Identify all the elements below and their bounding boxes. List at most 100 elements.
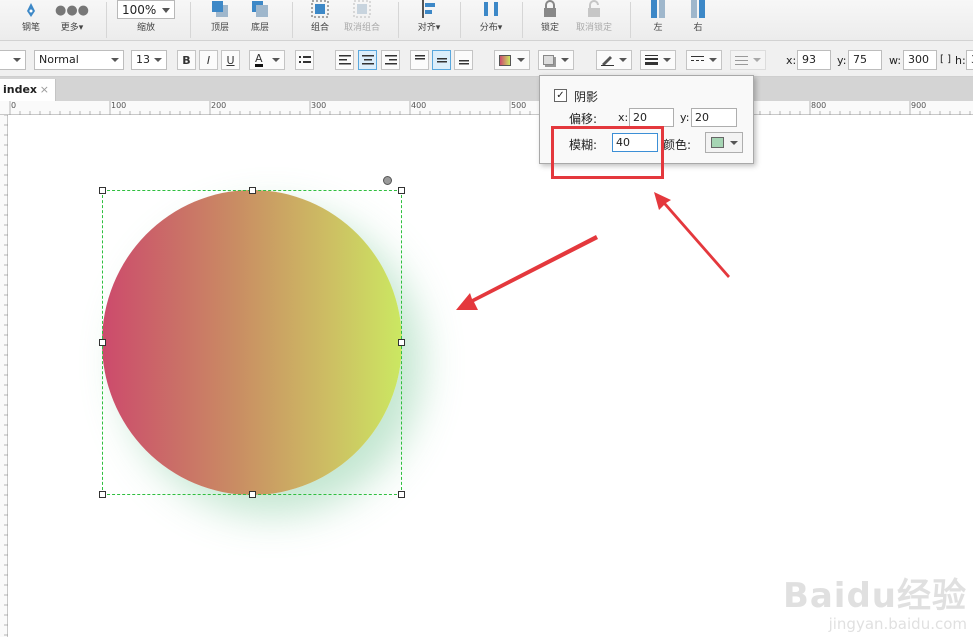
ruler-label: 800	[811, 101, 826, 110]
group-button[interactable]: 组合	[306, 0, 334, 41]
offset-x-input[interactable]: 20	[629, 108, 674, 127]
valign-bottom-button[interactable]	[454, 50, 473, 70]
close-icon[interactable]: ×	[40, 83, 49, 96]
unlock-button[interactable]: 取消锁定	[574, 0, 614, 41]
valign-middle-button[interactable]	[432, 50, 451, 70]
tab-index[interactable]: index ×	[0, 79, 56, 101]
resize-handle-top[interactable]	[249, 187, 256, 194]
height-input[interactable]: 3	[966, 50, 973, 70]
bring-to-front-button[interactable]: 顶层	[206, 0, 234, 41]
toolbar-divider	[398, 2, 399, 38]
width-input[interactable]: 300	[903, 50, 937, 70]
line-width-button[interactable]	[640, 50, 676, 70]
offset-y-input[interactable]: 20	[691, 108, 737, 127]
x-coord-input[interactable]: 93	[797, 50, 831, 70]
offset-y-label: y:	[680, 111, 689, 124]
toolbar-divider	[106, 2, 107, 38]
distribute-icon	[482, 0, 500, 18]
send-to-back-button[interactable]: 底层	[246, 0, 274, 41]
align-text-left-button[interactable]	[335, 50, 354, 70]
arrow-style-button[interactable]	[730, 50, 766, 70]
resize-handle-right[interactable]	[398, 339, 405, 346]
fill-color-button[interactable]	[494, 50, 530, 70]
font-family-select[interactable]	[0, 50, 26, 70]
aspect-lock-icon[interactable]: [ ]	[940, 54, 951, 65]
valign-top-button[interactable]	[410, 50, 429, 70]
rotation-handle[interactable]	[383, 176, 392, 185]
line-color-button[interactable]	[596, 50, 632, 70]
ruler-label: 100	[111, 101, 126, 110]
ruler-label: 900	[911, 101, 926, 110]
chevron-down-icon	[111, 58, 119, 62]
underline-button[interactable]: U	[221, 50, 240, 70]
right-label: 右	[693, 20, 702, 33]
valign-top-icon	[414, 55, 426, 65]
shadow-title: 阴影	[574, 88, 598, 105]
chevron-down-icon	[154, 58, 162, 62]
height-label: h:	[955, 54, 966, 67]
resize-handle-left[interactable]	[99, 339, 106, 346]
resize-handle-bottom-right[interactable]	[398, 491, 405, 498]
more-dots-icon: ●●●	[55, 4, 89, 18]
align-icon	[420, 0, 438, 18]
font-size-value: 13	[136, 53, 150, 66]
resize-handle-bottom-left[interactable]	[99, 491, 106, 498]
align-text-center-button[interactable]	[358, 50, 377, 70]
shadow-button[interactable]	[538, 50, 574, 70]
send-to-back-icon	[251, 0, 269, 18]
distribute-label: 分布▾	[480, 20, 503, 33]
font-color-button[interactable]: A	[249, 50, 285, 70]
valign-bottom-icon	[458, 55, 470, 65]
tab-label: index	[3, 83, 37, 96]
y-coord-input[interactable]: 75	[848, 50, 882, 70]
ruler-ticks	[0, 101, 973, 115]
resize-handle-top-right[interactable]	[398, 187, 405, 194]
group-icon	[311, 0, 329, 18]
shadow-enable-checkbox[interactable]: ✓	[554, 89, 567, 102]
align-text-center-icon	[362, 55, 374, 65]
y-coord-label: y:	[837, 54, 846, 67]
align-right-button[interactable]: 右	[686, 0, 710, 41]
pen-label: 钢笔	[22, 20, 40, 33]
toolbar-divider	[292, 2, 293, 38]
bottom-layer-label: 底层	[251, 20, 269, 33]
unlock-icon	[585, 0, 603, 18]
align-left-icon	[649, 0, 667, 18]
italic-button[interactable]: I	[199, 50, 218, 70]
distribute-button[interactable]: 分布▾	[474, 0, 508, 41]
shadow-color-picker[interactable]	[705, 132, 743, 153]
list-icon	[299, 55, 311, 65]
valign-middle-icon	[436, 55, 448, 65]
ruler-label: 400	[411, 101, 426, 110]
left-label: 左	[653, 20, 662, 33]
pen-icon	[23, 2, 39, 18]
main-toolbar: 钢笔 ●●● 更多▾ 100% 缩放 顶层 底层 组合 取消组合 对齐▾ 分布▾	[0, 0, 973, 41]
color-swatch	[711, 137, 724, 148]
ungroup-label: 取消组合	[344, 20, 380, 33]
pen-tool-button[interactable]: 钢笔	[18, 0, 44, 41]
toolbar-divider	[630, 2, 631, 38]
align-label: 对齐▾	[418, 20, 441, 33]
more-button[interactable]: ●●● 更多▾	[56, 0, 88, 41]
chevron-down-icon	[272, 58, 280, 62]
line-style-icon	[691, 55, 704, 65]
align-button[interactable]: 对齐▾	[412, 0, 446, 41]
text-style-select[interactable]: Normal	[34, 50, 124, 70]
bullet-list-button[interactable]	[295, 50, 314, 70]
lock-button[interactable]: 锁定	[536, 0, 564, 41]
watermark-url: jingyan.baidu.com	[783, 615, 967, 633]
arrow-style-icon	[735, 55, 748, 65]
format-bar: Normal 13 B I U A x: 93 y	[0, 41, 973, 77]
bold-button[interactable]: B	[177, 50, 196, 70]
align-left-button[interactable]: 左	[646, 0, 670, 41]
resize-handle-bottom[interactable]	[249, 491, 256, 498]
chevron-down-icon	[162, 8, 170, 13]
watermark: Baidu经验 jingyan.baidu.com	[783, 568, 967, 633]
line-style-button[interactable]	[686, 50, 722, 70]
chevron-down-icon	[561, 58, 569, 62]
ruler-label: 300	[311, 101, 326, 110]
resize-handle-top-left[interactable]	[99, 187, 106, 194]
ungroup-button[interactable]: 取消组合	[342, 0, 382, 41]
align-text-right-button[interactable]	[381, 50, 400, 70]
font-size-select[interactable]: 13	[131, 50, 167, 70]
